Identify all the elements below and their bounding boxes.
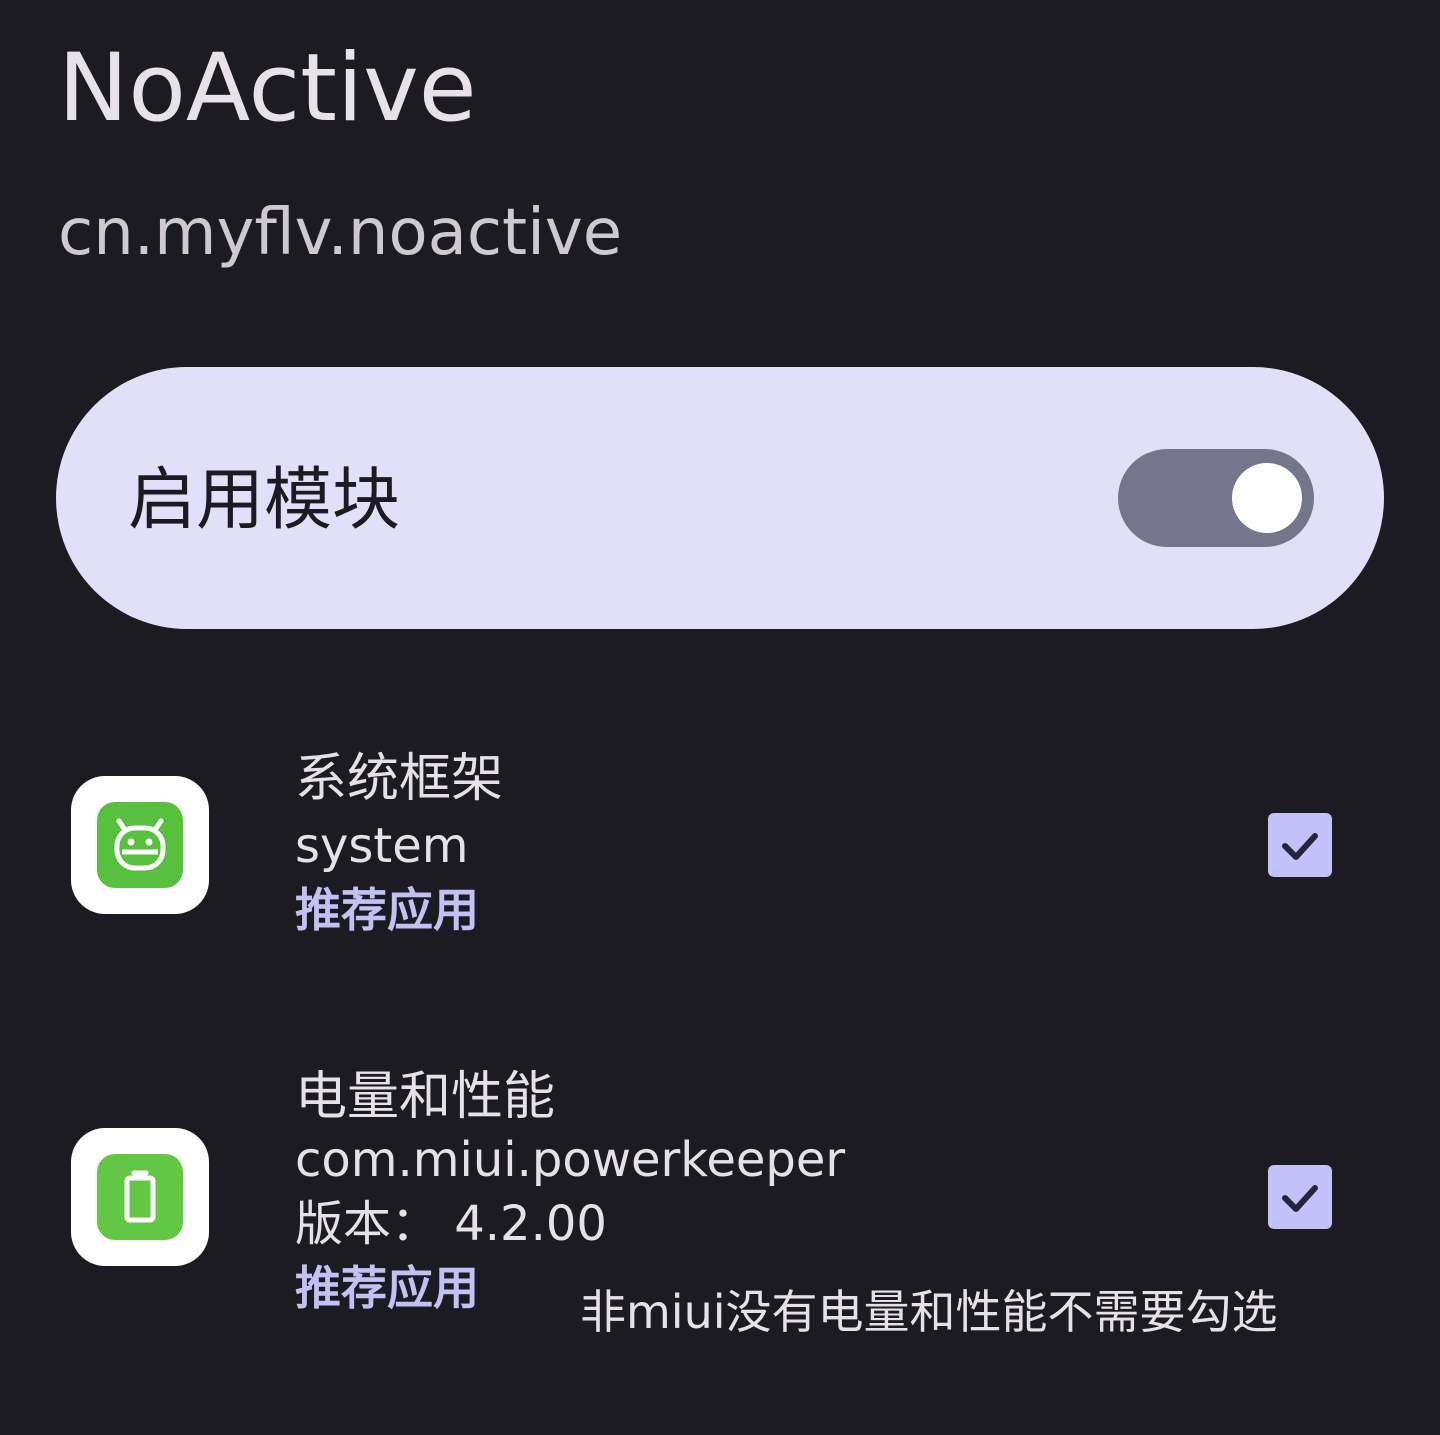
app-package: system: [295, 818, 469, 874]
app-note: 非miui没有电量和性能不需要勾选: [580, 1285, 1278, 1339]
app-package: com.miui.powerkeeper: [295, 1132, 846, 1188]
app-name: 电量和性能: [295, 1067, 556, 1127]
app-version: 版本： 4.2.00: [295, 1196, 607, 1252]
app-name: 系统框架: [295, 749, 504, 809]
app-row-system[interactable]: 系统框架 system 推荐应用: [0, 740, 1440, 960]
app-title: NoActive: [58, 34, 477, 143]
check-icon: [1282, 833, 1318, 860]
enable-module-label: 启用模块: [128, 461, 401, 540]
toggle-thumb: [1232, 463, 1302, 533]
app-icon-powerkeeper: [71, 1128, 209, 1266]
package-name: cn.myflv.noactive: [58, 196, 623, 270]
battery-icon: [97, 1154, 183, 1240]
check-icon: [1282, 1185, 1318, 1212]
recommend-label: 推荐应用: [295, 883, 479, 937]
android-icon: [97, 802, 183, 888]
checkbox-system[interactable]: [1268, 813, 1332, 877]
app-row-powerkeeper[interactable]: 电量和性能 com.miui.powerkeeper 版本： 4.2.00 推荐…: [0, 1060, 1440, 1420]
enable-module-card[interactable]: 启用模块: [56, 367, 1384, 629]
enable-module-toggle[interactable]: [1118, 449, 1314, 547]
checkbox-powerkeeper[interactable]: [1268, 1165, 1332, 1229]
app-icon-system: [71, 776, 209, 914]
